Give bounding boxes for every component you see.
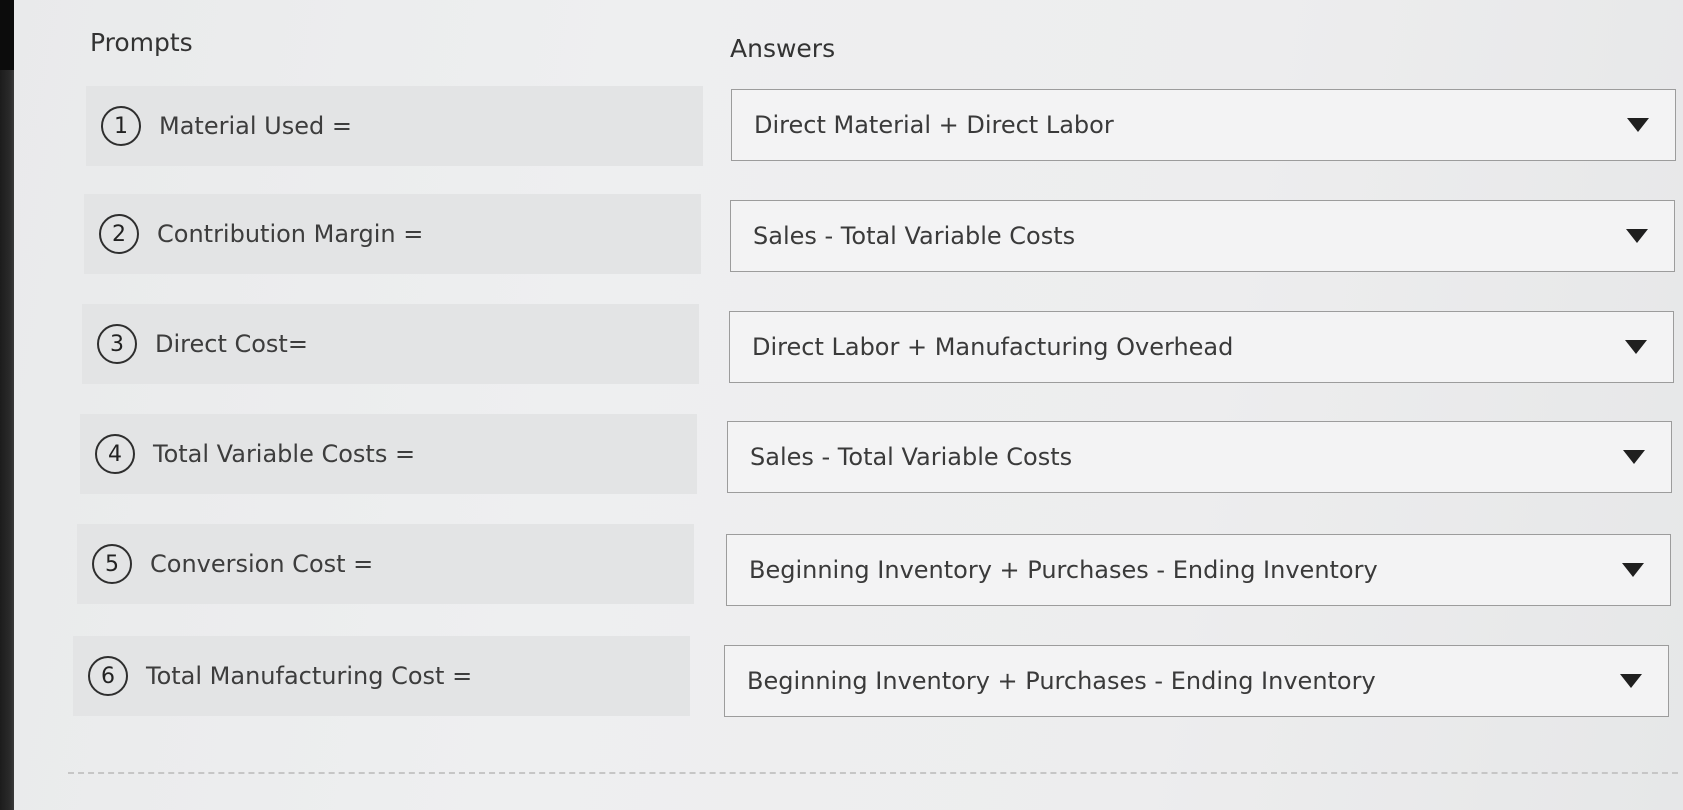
caret-down-icon[interactable] — [1626, 229, 1648, 243]
prompt-label: Direct Cost= — [155, 330, 308, 358]
answer-selected-value: Beginning Inventory + Purchases - Ending… — [749, 556, 1378, 584]
number-badge: 3 — [97, 324, 137, 364]
answer-dropdown-4[interactable]: Sales - Total Variable Costs — [727, 421, 1672, 493]
caret-down-icon[interactable] — [1625, 340, 1647, 354]
answer-selected-value: Sales - Total Variable Costs — [753, 222, 1076, 250]
number-badge: 5 — [92, 544, 132, 584]
prompt-label: Material Used = — [159, 112, 352, 140]
prompts-header: Prompts — [90, 28, 193, 57]
caret-down-icon[interactable] — [1622, 563, 1644, 577]
prompt-label: Total Manufacturing Cost = — [146, 662, 473, 690]
prompt-label: Total Variable Costs = — [153, 440, 416, 468]
answer-selected-value: Direct Material + Direct Labor — [754, 111, 1114, 139]
screen-bezel-top — [0, 0, 14, 70]
prompt-label: Conversion Cost = — [150, 550, 374, 578]
number-badge: 2 — [99, 214, 139, 254]
prompt-row-2: 2 Contribution Margin = — [84, 194, 701, 274]
caret-down-icon[interactable] — [1627, 118, 1649, 132]
number-badge: 6 — [88, 656, 128, 696]
answer-dropdown-5[interactable]: Beginning Inventory + Purchases - Ending… — [726, 534, 1671, 606]
caret-down-icon[interactable] — [1620, 674, 1642, 688]
answers-header: Answers — [730, 34, 836, 63]
prompt-row-6: 6 Total Manufacturing Cost = — [73, 636, 690, 716]
answer-dropdown-2[interactable]: Sales - Total Variable Costs — [730, 200, 1675, 272]
answer-dropdown-6[interactable]: Beginning Inventory + Purchases - Ending… — [724, 645, 1669, 717]
caret-down-icon[interactable] — [1623, 450, 1645, 464]
number-badge: 1 — [101, 106, 141, 146]
answer-selected-value: Direct Labor + Manufacturing Overhead — [752, 333, 1234, 361]
answer-dropdown-1[interactable]: Direct Material + Direct Labor — [731, 89, 1676, 161]
prompt-label: Contribution Margin = — [157, 220, 424, 248]
prompt-row-3: 3 Direct Cost= — [82, 304, 699, 384]
number-badge: 4 — [95, 434, 135, 474]
answer-selected-value: Beginning Inventory + Purchases - Ending… — [747, 667, 1376, 695]
prompt-row-1: 1 Material Used = — [86, 86, 703, 166]
answer-dropdown-3[interactable]: Direct Labor + Manufacturing Overhead — [729, 311, 1674, 383]
prompt-row-4: 4 Total Variable Costs = — [80, 414, 697, 494]
answer-selected-value: Sales - Total Variable Costs — [750, 443, 1073, 471]
prompt-row-5: 5 Conversion Cost = — [77, 524, 694, 604]
section-divider — [68, 772, 1678, 774]
screen-bezel — [0, 0, 14, 810]
